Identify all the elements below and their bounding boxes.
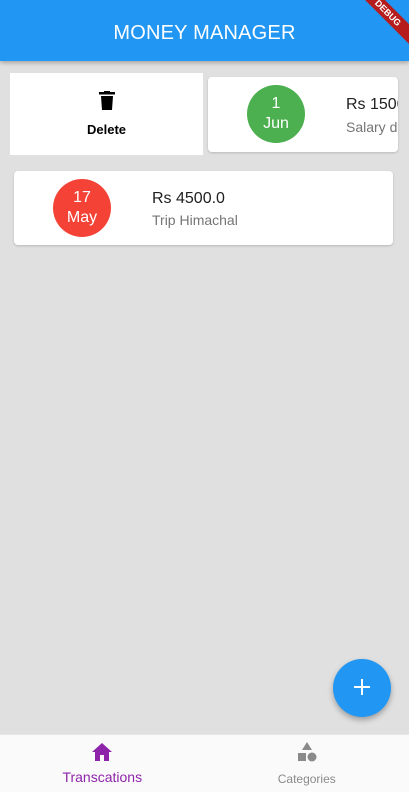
nav-item-transactions[interactable]: Transcations	[0, 735, 205, 792]
date-day: 1	[271, 95, 281, 112]
nav-label-categories: Categories	[277, 772, 336, 786]
app-bar: MONEY MANAGER	[0, 0, 409, 61]
delete-swipe-action[interactable]: Delete	[10, 73, 203, 155]
page-title: MONEY MANAGER	[113, 22, 296, 44]
category-shapes-icon	[296, 741, 318, 768]
add-transaction-button[interactable]	[333, 659, 391, 717]
home-icon	[91, 742, 113, 767]
transaction-amount: Rs 4500.0	[152, 190, 225, 207]
trash-icon	[98, 91, 116, 116]
transaction-amount: Rs 1500	[346, 96, 398, 113]
date-avatar: 1 Jun	[247, 85, 305, 143]
transaction-purpose: Salary d	[346, 119, 398, 135]
transaction-purpose: Trip Himachal	[152, 212, 238, 228]
date-month: Jun	[263, 115, 289, 132]
date-avatar: 17 May	[53, 179, 111, 237]
plus-icon	[353, 678, 371, 699]
transaction-card[interactable]: 17 May Rs 4500.0 Trip Himachal	[14, 171, 393, 245]
date-day: 17	[73, 189, 91, 206]
nav-label-transactions: Transcations	[62, 769, 143, 785]
transaction-card[interactable]: 1 Jun Rs 1500 Salary d	[208, 77, 398, 152]
nav-item-categories[interactable]: Categories	[205, 735, 409, 792]
delete-label: Delete	[86, 122, 127, 137]
bottom-navigation: Transcations Categories	[0, 734, 409, 792]
date-month: May	[66, 209, 98, 226]
